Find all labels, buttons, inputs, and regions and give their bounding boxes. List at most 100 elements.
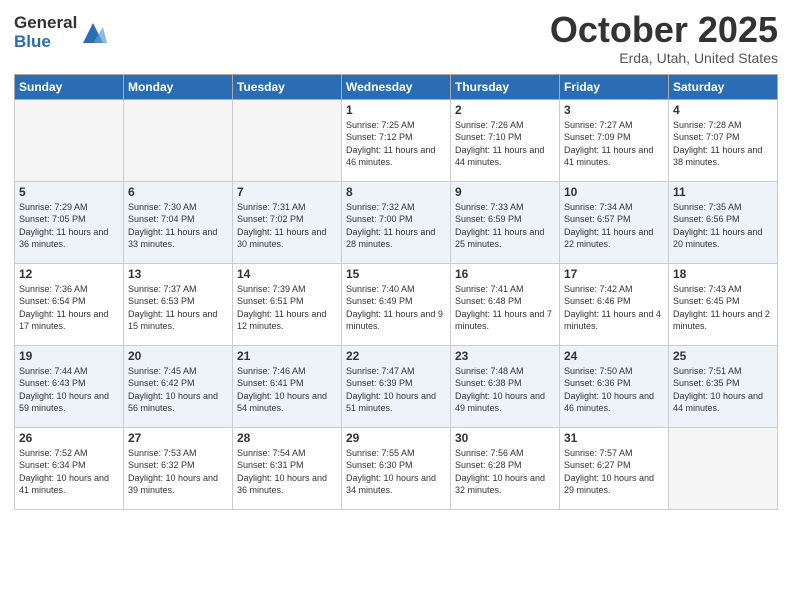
- logo-general-text: General: [14, 14, 77, 33]
- day-info: Sunrise: 7:55 AM Sunset: 6:30 PM Dayligh…: [346, 447, 446, 497]
- day-info: Sunrise: 7:43 AM Sunset: 6:45 PM Dayligh…: [673, 283, 773, 333]
- calendar-cell: 1 Sunrise: 7:25 AM Sunset: 7:12 PM Daylig…: [342, 99, 451, 181]
- day-number: 17: [564, 267, 664, 281]
- calendar-cell: 16Sunrise: 7:41 AM Sunset: 6:48 PM Dayli…: [451, 263, 560, 345]
- calendar-cell: 3Sunrise: 7:27 AM Sunset: 7:09 PM Daylig…: [560, 99, 669, 181]
- day-number: 28: [237, 431, 337, 445]
- day-info: Sunrise: 7:48 AM Sunset: 6:38 PM Dayligh…: [455, 365, 555, 415]
- calendar-cell: 28 Sunrise: 7:54 AM Sunset: 6:31 PM Dayli…: [233, 427, 342, 509]
- logo-blue-text: Blue: [14, 33, 77, 52]
- day-info: Sunrise: 7:51 AM Sunset: 6:35 PM Dayligh…: [673, 365, 773, 415]
- day-number: 23: [455, 349, 555, 363]
- day-header-thursday: Thursday: [451, 74, 560, 99]
- calendar-cell: 14Sunrise: 7:39 AM Sunset: 6:51 PM Dayli…: [233, 263, 342, 345]
- day-number: 11: [673, 185, 773, 199]
- calendar-week-row: 19 Sunrise: 7:44 AM Sunset: 6:43 PM Dayli…: [15, 345, 778, 427]
- day-info: Sunrise: 7:46 AM Sunset: 6:41 PM Dayligh…: [237, 365, 337, 415]
- day-info: Sunrise: 7:25 AM Sunset: 7:12 PM Dayligh…: [346, 119, 446, 169]
- calendar-cell: 27Sunrise: 7:53 AM Sunset: 6:32 PM Dayli…: [124, 427, 233, 509]
- calendar-cell: 6 Sunrise: 7:30 AM Sunset: 7:04 PM Daylig…: [124, 181, 233, 263]
- day-number: 30: [455, 431, 555, 445]
- day-number: 9: [455, 185, 555, 199]
- calendar-week-row: 12 Sunrise: 7:36 AM Sunset: 6:54 PM Dayli…: [15, 263, 778, 345]
- day-info: Sunrise: 7:37 AM Sunset: 6:53 PM Dayligh…: [128, 283, 228, 333]
- day-number: 26: [19, 431, 119, 445]
- month-title: October 2025: [550, 10, 778, 50]
- calendar-cell: 30Sunrise: 7:56 AM Sunset: 6:28 PM Dayli…: [451, 427, 560, 509]
- day-info: Sunrise: 7:32 AM Sunset: 7:00 PM Dayligh…: [346, 201, 446, 251]
- day-number: 31: [564, 431, 664, 445]
- calendar-cell: [15, 99, 124, 181]
- calendar-cell: [669, 427, 778, 509]
- day-number: 1: [346, 103, 446, 117]
- calendar-cell: 18 Sunrise: 7:43 AM Sunset: 6:45 PM Dayli…: [669, 263, 778, 345]
- day-number: 24: [564, 349, 664, 363]
- day-number: 13: [128, 267, 228, 281]
- calendar-cell: 22 Sunrise: 7:47 AM Sunset: 6:39 PM Dayli…: [342, 345, 451, 427]
- calendar-cell: 7 Sunrise: 7:31 AM Sunset: 7:02 PM Daylig…: [233, 181, 342, 263]
- calendar-cell: 11Sunrise: 7:35 AM Sunset: 6:56 PM Dayli…: [669, 181, 778, 263]
- calendar-cell: 23 Sunrise: 7:48 AM Sunset: 6:38 PM Dayli…: [451, 345, 560, 427]
- calendar-cell: 12 Sunrise: 7:36 AM Sunset: 6:54 PM Dayli…: [15, 263, 124, 345]
- day-info: Sunrise: 7:44 AM Sunset: 6:43 PM Dayligh…: [19, 365, 119, 415]
- calendar-cell: 19 Sunrise: 7:44 AM Sunset: 6:43 PM Dayli…: [15, 345, 124, 427]
- day-number: 22: [346, 349, 446, 363]
- calendar-cell: 4 Sunrise: 7:28 AM Sunset: 7:07 PM Daylig…: [669, 99, 778, 181]
- calendar-week-row: 1 Sunrise: 7:25 AM Sunset: 7:12 PM Daylig…: [15, 99, 778, 181]
- subtitle: Erda, Utah, United States: [550, 50, 778, 66]
- calendar-cell: [124, 99, 233, 181]
- title-block: October 2025 Erda, Utah, United States: [550, 10, 778, 66]
- day-number: 2: [455, 103, 555, 117]
- day-header-friday: Friday: [560, 74, 669, 99]
- calendar-cell: 10 Sunrise: 7:34 AM Sunset: 6:57 PM Dayli…: [560, 181, 669, 263]
- day-number: 19: [19, 349, 119, 363]
- day-info: Sunrise: 7:53 AM Sunset: 6:32 PM Dayligh…: [128, 447, 228, 497]
- day-info: Sunrise: 7:50 AM Sunset: 6:36 PM Dayligh…: [564, 365, 664, 415]
- day-number: 4: [673, 103, 773, 117]
- day-info: Sunrise: 7:57 AM Sunset: 6:27 PM Dayligh…: [564, 447, 664, 497]
- calendar-cell: 31 Sunrise: 7:57 AM Sunset: 6:27 PM Dayli…: [560, 427, 669, 509]
- day-number: 6: [128, 185, 228, 199]
- calendar-cell: 5 Sunrise: 7:29 AM Sunset: 7:05 PM Daylig…: [15, 181, 124, 263]
- day-number: 25: [673, 349, 773, 363]
- calendar-cell: 8 Sunrise: 7:32 AM Sunset: 7:00 PM Daylig…: [342, 181, 451, 263]
- day-number: 14: [237, 267, 337, 281]
- day-info: Sunrise: 7:52 AM Sunset: 6:34 PM Dayligh…: [19, 447, 119, 497]
- day-info: Sunrise: 7:28 AM Sunset: 7:07 PM Dayligh…: [673, 119, 773, 169]
- day-info: Sunrise: 7:31 AM Sunset: 7:02 PM Dayligh…: [237, 201, 337, 251]
- day-info: Sunrise: 7:45 AM Sunset: 6:42 PM Dayligh…: [128, 365, 228, 415]
- calendar-cell: 17 Sunrise: 7:42 AM Sunset: 6:46 PM Dayli…: [560, 263, 669, 345]
- calendar-cell: [233, 99, 342, 181]
- day-number: 18: [673, 267, 773, 281]
- day-info: Sunrise: 7:34 AM Sunset: 6:57 PM Dayligh…: [564, 201, 664, 251]
- calendar-cell: 20Sunrise: 7:45 AM Sunset: 6:42 PM Dayli…: [124, 345, 233, 427]
- day-info: Sunrise: 7:29 AM Sunset: 7:05 PM Dayligh…: [19, 201, 119, 251]
- day-info: Sunrise: 7:33 AM Sunset: 6:59 PM Dayligh…: [455, 201, 555, 251]
- day-number: 8: [346, 185, 446, 199]
- day-info: Sunrise: 7:36 AM Sunset: 6:54 PM Dayligh…: [19, 283, 119, 333]
- calendar-cell: 26 Sunrise: 7:52 AM Sunset: 6:34 PM Dayli…: [15, 427, 124, 509]
- day-info: Sunrise: 7:47 AM Sunset: 6:39 PM Dayligh…: [346, 365, 446, 415]
- logo-icon: [79, 19, 107, 47]
- day-header-tuesday: Tuesday: [233, 74, 342, 99]
- calendar-cell: 21Sunrise: 7:46 AM Sunset: 6:41 PM Dayli…: [233, 345, 342, 427]
- day-number: 10: [564, 185, 664, 199]
- calendar-cell: 13 Sunrise: 7:37 AM Sunset: 6:53 PM Dayli…: [124, 263, 233, 345]
- day-info: Sunrise: 7:40 AM Sunset: 6:49 PM Dayligh…: [346, 283, 446, 333]
- day-number: 5: [19, 185, 119, 199]
- day-header-monday: Monday: [124, 74, 233, 99]
- day-info: Sunrise: 7:41 AM Sunset: 6:48 PM Dayligh…: [455, 283, 555, 333]
- calendar-week-row: 26 Sunrise: 7:52 AM Sunset: 6:34 PM Dayli…: [15, 427, 778, 509]
- calendar-cell: 2Sunrise: 7:26 AM Sunset: 7:10 PM Daylig…: [451, 99, 560, 181]
- day-info: Sunrise: 7:42 AM Sunset: 6:46 PM Dayligh…: [564, 283, 664, 333]
- calendar-cell: 15Sunrise: 7:40 AM Sunset: 6:49 PM Dayli…: [342, 263, 451, 345]
- header: General Blue October 2025 Erda, Utah, Un…: [14, 10, 778, 66]
- calendar-cell: 29 Sunrise: 7:55 AM Sunset: 6:30 PM Dayli…: [342, 427, 451, 509]
- day-number: 29: [346, 431, 446, 445]
- day-info: Sunrise: 7:54 AM Sunset: 6:31 PM Dayligh…: [237, 447, 337, 497]
- day-number: 12: [19, 267, 119, 281]
- calendar-cell: 25 Sunrise: 7:51 AM Sunset: 6:35 PM Dayli…: [669, 345, 778, 427]
- day-info: Sunrise: 7:30 AM Sunset: 7:04 PM Dayligh…: [128, 201, 228, 251]
- day-header-saturday: Saturday: [669, 74, 778, 99]
- day-number: 7: [237, 185, 337, 199]
